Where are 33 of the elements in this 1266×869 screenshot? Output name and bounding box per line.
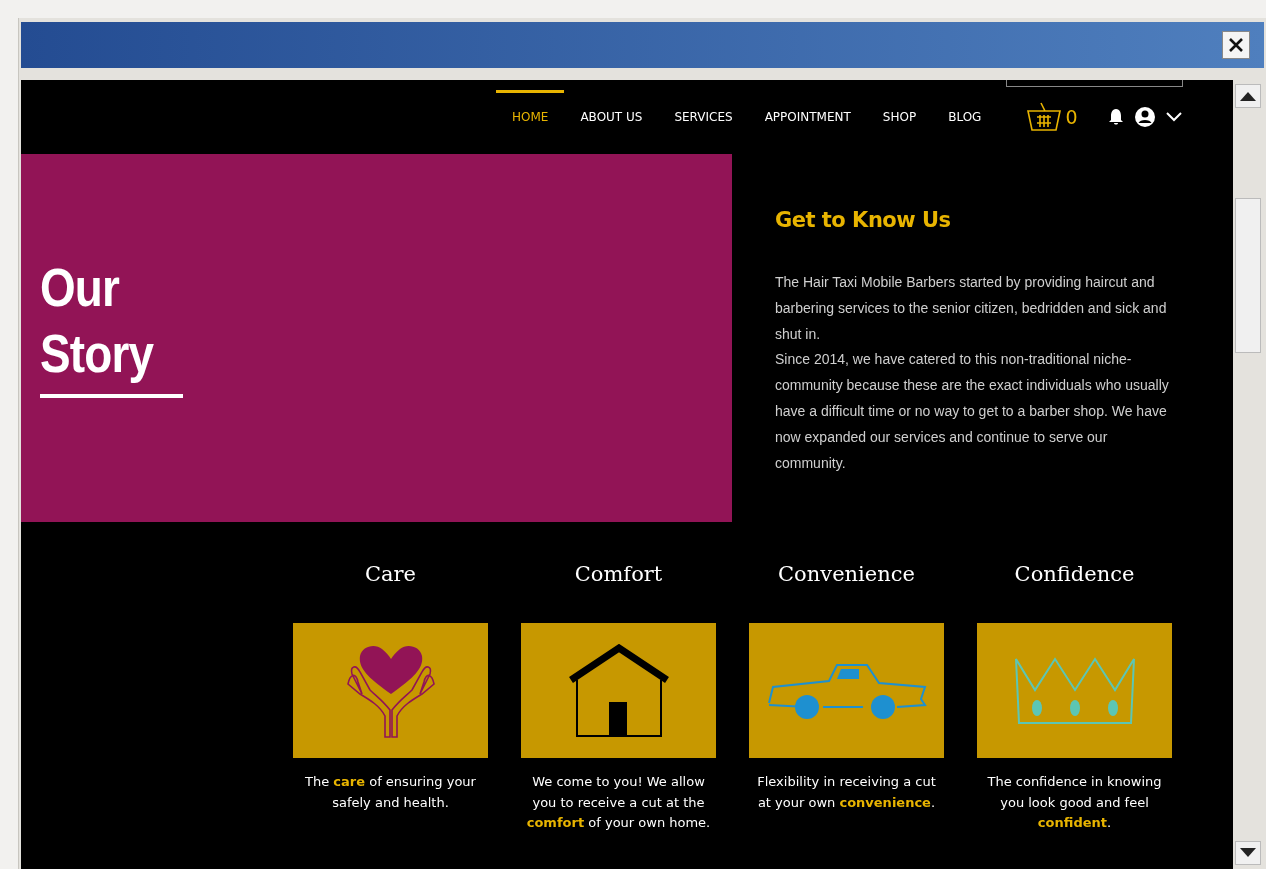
scroll-up-button[interactable] xyxy=(1235,84,1261,108)
user-avatar-icon[interactable] xyxy=(1133,106,1156,128)
story-paragraph: The Hair Taxi Mobile Barbers started by providing haircut and barbering services to the senior citizen, bedridden and sick and shut in. xyxy=(775,273,1168,344)
nav-link[interactable]: BLOG xyxy=(932,80,998,154)
cart-count: 0 xyxy=(1065,106,1078,128)
close-icon xyxy=(1228,37,1244,53)
nav-link[interactable]: HOME xyxy=(496,80,565,154)
feature-description: Flexibility in receiving a cut at your own convenience. xyxy=(756,773,937,812)
house-icon xyxy=(566,643,671,738)
feature-title: Care xyxy=(363,562,418,588)
scroll-thumb[interactable] xyxy=(1235,198,1261,353)
nav-link[interactable]: SERVICES xyxy=(658,80,749,154)
feature-description: The confidence in knowing you look good and feel confident. xyxy=(986,773,1163,832)
crown-icon xyxy=(1012,655,1137,726)
triangle-up-icon xyxy=(1239,91,1257,101)
feature-title: Comfort xyxy=(573,562,664,588)
nav-link[interactable]: APPOINTMENT xyxy=(748,80,867,154)
story-paragraph: Since 2014, we have catered to this non-traditional niche-community because these are the exact individuals who usually have a difficult time or no way to get to a barber shop. We have now expanded our services and continue to serve our community. xyxy=(775,350,1170,473)
feature-description: We come to you! We allow you to receive a cut at the comfort of your own home. xyxy=(525,773,712,832)
basket-icon[interactable] xyxy=(1027,102,1062,132)
feature-title: Confidence xyxy=(1013,562,1136,588)
hero-title: Our Story xyxy=(40,256,154,385)
search-field[interactable] xyxy=(1006,80,1183,87)
chevron-down-icon[interactable] xyxy=(1165,112,1182,122)
scroll-down-button[interactable] xyxy=(1235,841,1261,865)
feature-description: The care of ensuring your safely and health. xyxy=(304,773,477,812)
feature-title: Convenience xyxy=(777,562,916,588)
bell-icon[interactable] xyxy=(1107,108,1124,126)
nav-link[interactable]: SHOP xyxy=(866,80,933,154)
nav-link[interactable]: ABOUT US xyxy=(564,80,659,154)
close-button[interactable] xyxy=(1222,31,1250,59)
triangle-down-icon xyxy=(1239,848,1257,858)
section-heading: Get to Know Us xyxy=(775,208,952,232)
